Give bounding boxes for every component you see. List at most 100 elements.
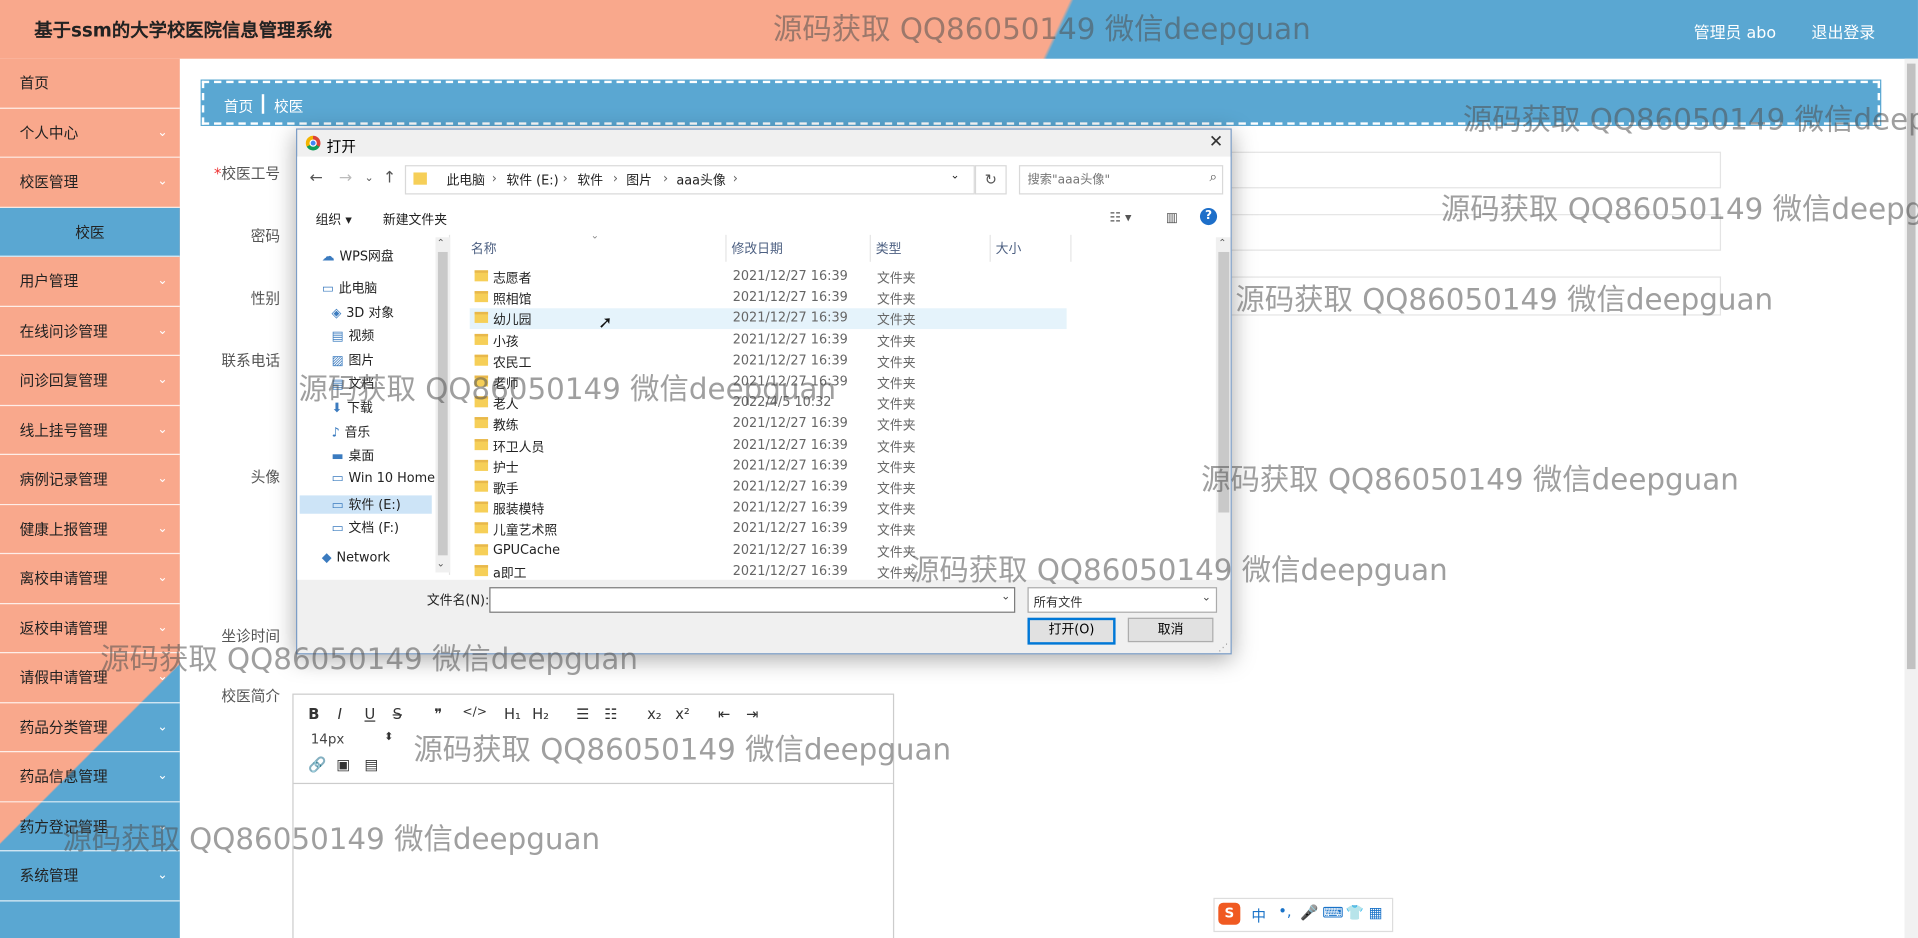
sidebar-subitem[interactable]: 校医 [0,207,180,257]
file-row[interactable]: a即工 2021/12/27 16:39 文件夹 [470,561,1067,582]
file-row[interactable]: 教练 2021/12/27 16:39 文件夹 [470,414,1067,435]
nav-scroll-down-icon[interactable]: ⌄ [437,558,445,569]
keyboard-icon[interactable]: ⌨ [1322,904,1343,921]
sidebar-item[interactable]: 健康上报管理 ⌄ [0,505,180,555]
file-row[interactable]: 小孩 2021/12/27 16:39 文件夹 [470,330,1067,351]
h1-button[interactable]: H₁ [504,706,521,723]
strike-button[interactable]: S [393,706,402,723]
sidebar-item[interactable]: 线上挂号管理 ⌄ [0,405,180,456]
cancel-button[interactable]: 取消 [1127,617,1214,643]
subscript-button[interactable]: x₂ [647,706,662,723]
up-arrow-icon[interactable]: ↑ [383,169,396,187]
nav-item[interactable]: ▨ 图片 [331,351,374,369]
nav-item[interactable]: ⬇ 下载 [331,399,372,417]
file-row[interactable]: 护士 2021/12/27 16:39 文件夹 [470,456,1067,477]
column-size[interactable]: 大小 [996,240,1022,258]
filename-input[interactable] [490,588,997,612]
nav-item[interactable]: ▤ 文档 [331,374,374,392]
gender-select[interactable] [1229,276,1722,316]
toolbox-icon[interactable]: ▦ [1369,904,1383,921]
ime-mode-label[interactable]: 中 [1251,905,1266,926]
search-input[interactable] [1020,166,1202,194]
video-icon[interactable]: ▤ [365,756,379,773]
file-row[interactable]: 服装模特 2021/12/27 16:39 文件夹 [470,498,1067,519]
punctuation-icon[interactable]: •, [1278,903,1291,920]
preview-pane-icon[interactable]: ▥ [1166,210,1178,225]
skin-icon[interactable]: 👕 [1346,904,1364,921]
id-input[interactable] [1229,151,1722,189]
underline-button[interactable]: U [365,706,376,723]
new-folder-button[interactable]: 新建文件夹 [383,210,447,228]
sidebar-item[interactable]: 个人中心 ⌄ [0,108,180,158]
path-segment[interactable]: aaa头像 [676,171,725,189]
nav-item[interactable]: ▭ 此电脑 [322,279,378,297]
path-segment[interactable]: 此电脑 [446,171,485,189]
indent-button[interactable]: ⇥ [746,706,758,723]
nav-item[interactable]: ▬ 桌面 [331,446,374,464]
column-date[interactable]: 修改日期 [731,240,782,258]
sidebar-item[interactable]: 系统管理 ⌄ [0,851,180,901]
forward-arrow-icon[interactable]: → [339,169,352,187]
column-type[interactable]: 类型 [876,240,902,258]
file-row[interactable]: 环卫人员 2021/12/27 16:39 文件夹 [470,435,1067,456]
sidebar-item[interactable]: 药品分类管理 ⌄ [0,703,180,753]
nav-item[interactable]: ☁ WPS网盘 [322,247,394,265]
intro-editor[interactable]: B I U S ❞ </> H₁ H₂ ☰ ☷ x₂ x² ⇤ ⇥ 14px ⬍… [292,693,895,938]
help-icon[interactable]: ? [1199,207,1218,226]
breadcrumb-home[interactable]: 首页 [224,95,253,116]
nav-item[interactable]: ▭ 文档 (F:) [331,519,399,537]
file-row[interactable]: 志愿者 2021/12/27 16:39 文件夹 [470,267,1067,288]
font-size-select[interactable]: 14px [311,731,345,747]
back-arrow-icon[interactable]: ← [309,169,322,187]
list-scroll-up-icon[interactable]: ⌃ [1218,237,1226,248]
nav-scroll-up-icon[interactable]: ⌃ [437,237,445,248]
sidebar-item[interactable]: 药方登记管理 ⌄ [0,802,180,852]
refresh-icon[interactable]: ↻ [974,165,1007,195]
path-segment[interactable]: 软件 (E:) [506,171,558,189]
sidebar-item[interactable]: 病例记录管理 ⌄ [0,455,180,505]
ime-toolbar[interactable]: S 中 •, 🎤 ⌨ 👕 ▦ [1213,897,1394,933]
outdent-button[interactable]: ⇤ [718,706,730,723]
sidebar-item[interactable]: 在线问诊管理 ⌄ [0,306,180,356]
address-dropdown-icon[interactable]: ⌄ [950,170,959,182]
superscript-button[interactable]: x² [675,706,690,723]
column-divider[interactable] [725,234,727,262]
password-input[interactable] [1229,214,1722,251]
logout-link[interactable]: 退出登录 [1812,20,1876,42]
file-row[interactable]: GPUCache 2021/12/27 16:39 文件夹 [470,540,1067,561]
code-button[interactable]: </> [462,706,487,719]
file-row[interactable]: 照相馆 2021/12/27 16:39 文件夹 [470,288,1067,309]
column-divider[interactable] [989,234,991,262]
italic-button[interactable]: I [338,706,342,723]
file-row[interactable]: 老人 2022/4/5 10:32 文件夹 [470,393,1067,414]
nav-item[interactable]: ▭ 软件 (E:) [299,495,432,514]
nav-item[interactable]: ▤ 视频 [331,327,374,345]
nav-item[interactable]: ▭ Win 10 Home [331,471,435,486]
column-divider[interactable] [869,234,871,262]
sidebar-item[interactable]: 校医管理 ⌄ [0,158,180,208]
sidebar-item[interactable]: 用户管理 ⌄ [0,257,180,307]
file-row[interactable]: 歌手 2021/12/27 16:39 文件夹 [470,477,1067,498]
h2-button[interactable]: H₂ [532,706,549,723]
path-segment[interactable]: 图片 [626,171,652,189]
column-name[interactable]: 名称 [471,240,497,258]
file-row[interactable]: 农民工 2021/12/27 16:39 文件夹 [470,351,1067,372]
file-row[interactable]: 儿童艺术照 2021/12/27 16:39 文件夹 [470,519,1067,540]
filename-dropdown-icon[interactable]: ⌄ [1001,591,1010,603]
file-list-scrollbar-thumb[interactable] [1218,251,1230,513]
path-segment[interactable]: 软件 [577,171,603,189]
quote-button[interactable]: ❞ [434,706,442,723]
sidebar-item[interactable]: 返校申请管理 ⌄ [0,604,180,654]
sidebar-item[interactable]: 请假申请管理 ⌄ [0,653,180,703]
nav-item[interactable]: ♪ 音乐 [331,423,370,441]
resize-grip-icon[interactable]: ⋰ [1218,642,1228,653]
recent-chevron-icon[interactable]: ⌄ [365,172,374,184]
address-bar[interactable]: 此电脑 › 软件 (E:) › 软件 › 图片 › aaa头像 › ⌄ [404,165,975,195]
open-button[interactable]: 打开(O) [1027,617,1116,645]
search-box[interactable]: ⌕ [1018,165,1224,195]
bold-button[interactable]: B [308,706,319,723]
sidebar-item[interactable]: 首页 [0,59,180,109]
image-icon[interactable]: ▣ [336,756,350,773]
close-icon[interactable]: ✕ [1209,132,1223,152]
nav-scrollbar-thumb[interactable] [437,251,448,556]
